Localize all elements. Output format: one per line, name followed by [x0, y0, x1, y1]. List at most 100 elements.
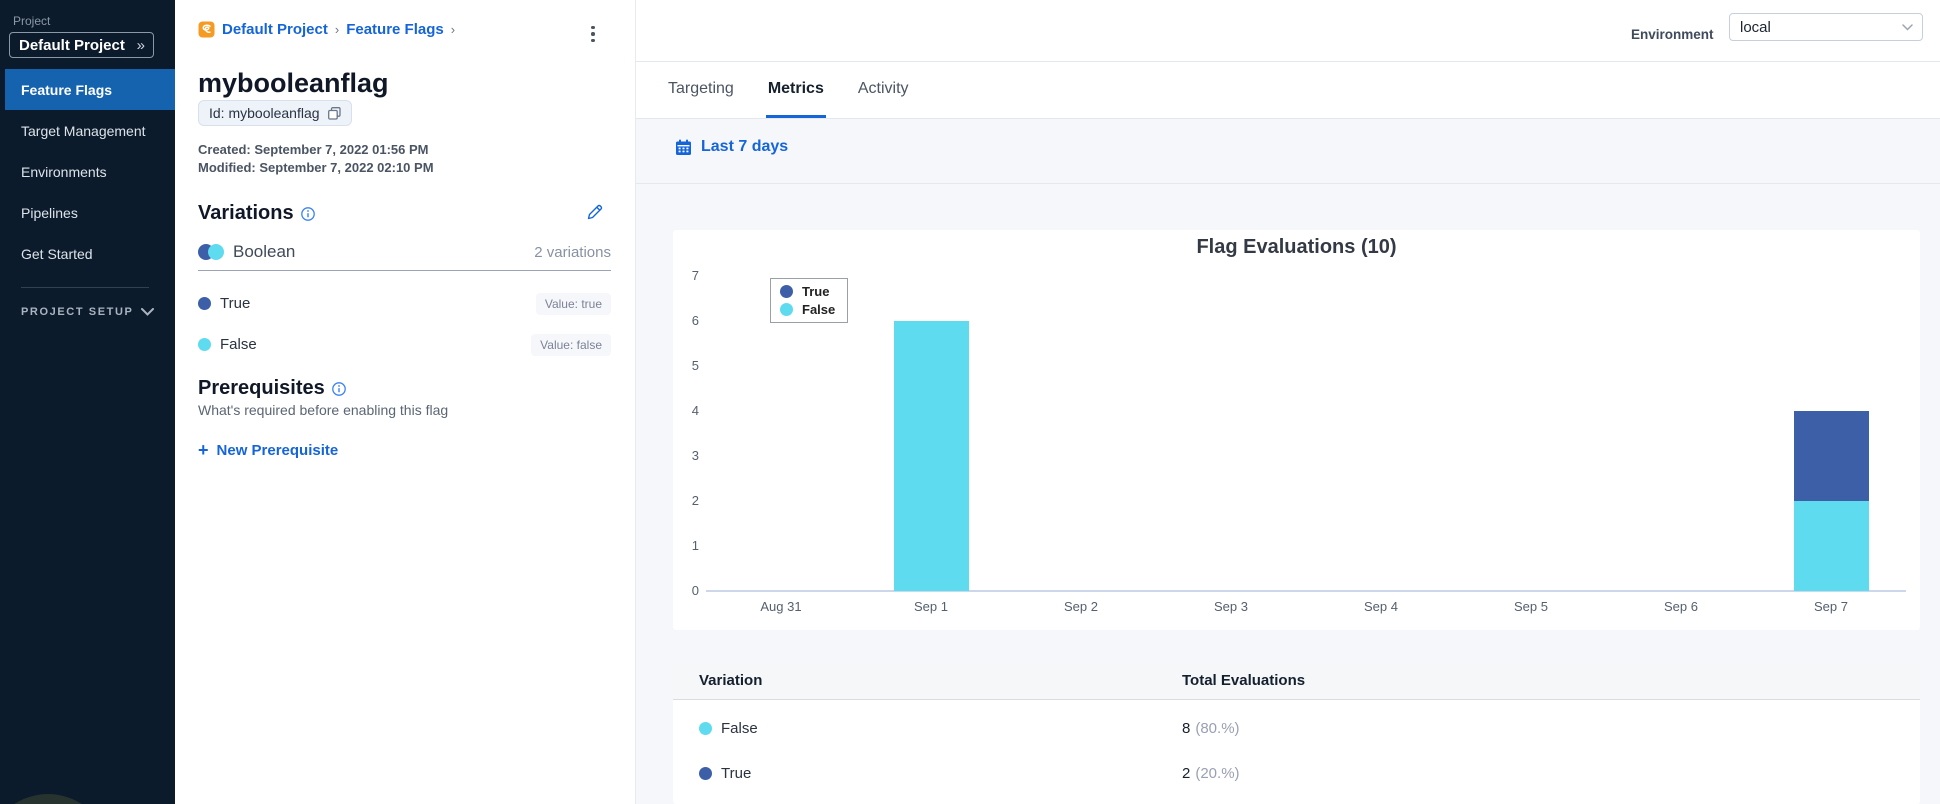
legend-dot — [780, 285, 793, 298]
breadcrumb-link-feature-flags[interactable]: Feature Flags — [346, 21, 444, 38]
legend-label: False — [802, 302, 836, 317]
more-options-button[interactable] — [582, 22, 604, 46]
help-bubble[interactable] — [0, 794, 110, 804]
table-cell-variation: False — [673, 720, 1182, 737]
table-body: False 8 (80.%) True 2 (20.%) — [673, 706, 1920, 796]
y-tick-label: 5 — [691, 358, 699, 373]
chevron-down-icon — [1902, 23, 1913, 31]
bar-sep-7-false — [1793, 501, 1869, 591]
environment-topbar: Environment local — [636, 0, 1940, 62]
total-percent: (80.%) — [1195, 719, 1240, 737]
edit-variations-button[interactable] — [582, 200, 606, 224]
evaluations-table: Variation Total Evaluations False 8 (80.%)… — [673, 662, 1920, 804]
breadcrumb: Default Project › Feature Flags › — [198, 21, 455, 38]
variation-type-label: Boolean — [233, 242, 296, 261]
environment-label: Environment — [1631, 27, 1714, 42]
tabbar: Targeting Metrics Activity — [636, 62, 1940, 119]
y-tick-label: 1 — [691, 538, 699, 553]
x-axis-label: Aug 31 — [760, 599, 802, 614]
date-range-label: Last 7 days — [701, 138, 789, 155]
breadcrumb-separator: › — [334, 22, 340, 37]
project-selector[interactable]: Default Project » — [9, 32, 154, 58]
sidebar-item-get-started[interactable]: Get Started — [5, 233, 175, 274]
app-logo-icon — [198, 21, 215, 38]
sidebar-divider — [21, 287, 149, 288]
content-divider — [636, 183, 1940, 184]
environment-value: local — [1740, 18, 1771, 36]
project-setup-label: PROJECT SETUP — [21, 306, 134, 318]
variation-list: True Value: true False Value: false — [198, 283, 611, 365]
breadcrumb-separator: › — [450, 22, 456, 37]
y-tick-label: 3 — [691, 448, 699, 463]
boolean-type-icon — [198, 244, 224, 260]
flag-id-chip[interactable]: Id: mybooleanflag — [198, 100, 352, 126]
x-axis-label: Sep 1 — [914, 599, 948, 614]
app-root: Project Default Project » Feature Flags T… — [0, 0, 1940, 804]
right-panel: Environment local Targeting Metrics Activi… — [635, 0, 1940, 804]
variation-color-dot — [198, 297, 211, 310]
environment-select[interactable]: local — [1729, 13, 1923, 41]
y-tick-label: 0 — [691, 583, 699, 598]
project-selector-value: Default Project — [19, 36, 125, 54]
modified-date: Modified: September 7, 2022 02:10 PM — [198, 160, 434, 175]
date-range-button[interactable]: Last 7 days — [675, 138, 788, 156]
tab-targeting[interactable]: Targeting — [666, 62, 736, 118]
legend-label: True — [802, 284, 830, 299]
x-axis-label: Sep 6 — [1664, 599, 1698, 614]
variation-type-row: Boolean 2 variations — [198, 242, 611, 262]
variation-row-true: True Value: true — [198, 283, 611, 324]
flag-title: mybooleanflag — [198, 68, 389, 98]
bar-sep-7-true — [1793, 411, 1869, 501]
prerequisites-description: What's required before enabling this fla… — [198, 402, 449, 418]
y-tick-label: 6 — [691, 313, 699, 328]
variation-label: True — [721, 765, 752, 782]
new-prerequisite-button[interactable]: + New Prerequisite — [198, 441, 338, 459]
tab-activity[interactable]: Activity — [856, 62, 911, 118]
y-tick-label: 7 — [691, 268, 699, 283]
copy-icon[interactable] — [327, 106, 341, 120]
plus-icon: + — [198, 440, 209, 460]
x-axis-line — [706, 590, 1906, 592]
variation-label: True — [220, 295, 251, 312]
legend-dot — [780, 303, 793, 316]
info-icon[interactable] — [300, 206, 315, 221]
variation-color-dot — [699, 767, 712, 780]
breadcrumb-link-default-project[interactable]: Default Project — [222, 21, 328, 38]
variation-color-dot — [699, 722, 712, 735]
table-cell-variation: True — [673, 765, 1182, 782]
chevron-down-icon — [141, 308, 154, 316]
calendar-icon — [675, 139, 692, 156]
evaluations-chart: Flag Evaluations (10) True False 0 1 2 3 4 5 6 7… — [673, 230, 1920, 630]
total-percent: (20.%) — [1195, 764, 1240, 782]
table-cell-total: 2 (20.%) — [1182, 765, 1240, 783]
project-label: Project — [13, 14, 51, 28]
total-count: 2 — [1182, 764, 1191, 782]
y-tick-label: 4 — [691, 403, 699, 418]
variation-name: False — [198, 336, 257, 353]
sidebar-item-project-setup[interactable]: PROJECT SETUP — [21, 306, 154, 318]
variation-value-chip: Value: true — [535, 292, 611, 315]
table-header-row: Variation Total Evaluations — [673, 662, 1920, 700]
flag-detail-panel: Default Project › Feature Flags › myboolean… — [175, 0, 635, 804]
table-row-true: True 2 (20.%) — [673, 751, 1920, 796]
variation-row-false: False Value: false — [198, 324, 611, 365]
sidebar-item-pipelines[interactable]: Pipelines — [5, 192, 175, 233]
sidebar-item-feature-flags[interactable]: Feature Flags — [5, 69, 175, 110]
variation-label: False — [721, 720, 758, 737]
info-icon[interactable] — [331, 381, 346, 396]
table-cell-total: 8 (80.%) — [1182, 720, 1240, 738]
chart-legend: True False — [770, 278, 849, 323]
x-axis-label: Sep 4 — [1364, 599, 1398, 614]
column-header-total-evaluations: Total Evaluations — [1182, 672, 1306, 689]
x-axis-label: Sep 3 — [1214, 599, 1248, 614]
bar-sep-1-false — [893, 321, 969, 591]
chart-title: Flag Evaluations (10) — [1196, 236, 1397, 258]
sidebar-item-environments[interactable]: Environments — [5, 151, 175, 192]
column-header-variation: Variation — [699, 672, 763, 689]
metrics-content: Last 7 days Flag Evaluations (10) True Fa… — [636, 119, 1940, 804]
sidebar-nav: Feature Flags Target Management Environmen… — [0, 69, 175, 274]
x-axis-label: Sep 5 — [1514, 599, 1548, 614]
variation-color-dot — [198, 338, 211, 351]
sidebar-item-target-management[interactable]: Target Management — [5, 110, 175, 151]
tab-metrics[interactable]: Metrics — [765, 62, 826, 118]
